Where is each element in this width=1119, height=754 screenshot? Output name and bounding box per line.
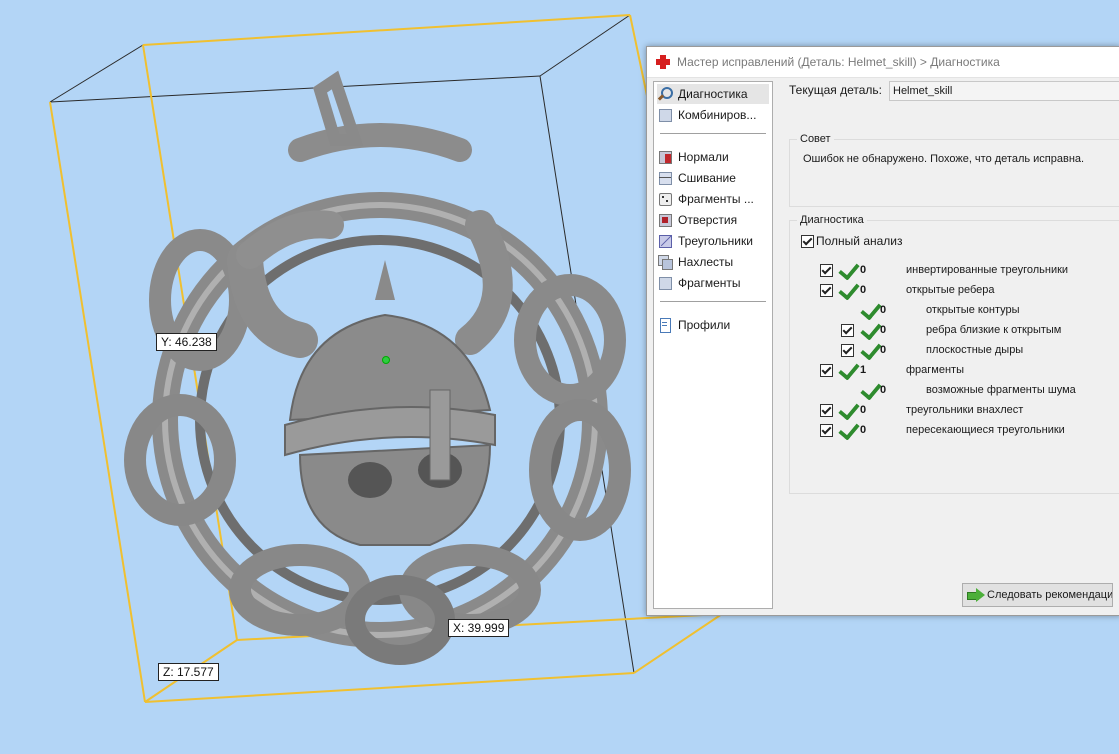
dialog-title: Мастер исправлений (Деталь: Helmet_skill… [677,55,1000,69]
overlap-icon [657,254,673,270]
diag-count: 0 [880,324,887,336]
advice-groupbox [789,139,1119,207]
diag-label: инвертированные треугольники [906,264,1069,276]
diagnostics-groupbox [789,220,1119,494]
nav-item-shells[interactable]: Фрагменты [657,273,769,293]
inverted-triangles-checkbox[interactable] [820,264,833,277]
nav-item-fragments-noise[interactable]: Фрагменты ... [657,189,769,209]
diag-label: фрагменты [906,364,964,376]
green-arrow-icon [967,588,985,602]
diag-label: треугольники внахлест [906,404,1024,416]
nav-item-triangles[interactable]: Треугольники [657,231,769,251]
red-cross-icon [655,54,671,70]
magnifier-icon [657,86,673,102]
nav-item-combine[interactable]: Комбиниров... [657,105,769,125]
nav-item-profiles[interactable]: Профили [657,315,769,335]
diag-count: 0 [880,344,887,356]
open-edges-checkbox[interactable] [820,284,833,297]
wizard-nav-panel: Диагностика Комбиниров... Нормали Сшиван… [653,81,773,609]
planar-holes-checkbox[interactable] [841,344,854,357]
near-open-edges-checkbox[interactable] [841,324,854,337]
diag-count: 0 [860,424,867,436]
nav-item-holes[interactable]: Отверстия [657,210,769,230]
triangles-icon [657,233,673,249]
holes-icon [657,212,673,228]
nav-item-diagnostics[interactable]: Диагностика [657,84,769,104]
diag-count: 0 [860,284,867,296]
dice-icon [657,191,673,207]
nav-item-overlaps[interactable]: Нахлесты [657,252,769,272]
shells-checkbox[interactable] [820,364,833,377]
dimension-x-label: X: 39.999 [448,619,510,637]
nav-item-normals[interactable]: Нормали [657,147,769,167]
overlapping-triangles-checkbox[interactable] [820,404,833,417]
current-part-label: Текущая деталь: [789,83,882,97]
diag-count: 0 [860,264,867,276]
diag-count: 0 [880,384,887,396]
advice-text: Ошибок не обнаружено. Похоже, что деталь… [803,153,1085,165]
nav-separator [660,133,766,134]
diag-label: ребра близкие к открытым [926,324,1062,336]
diag-label: пересекающиеся треугольники [906,424,1065,436]
diag-count: 0 [880,304,887,316]
shells-icon [657,275,673,291]
diag-label: плоскостные дыры [926,344,1024,356]
diag-count: 1 [860,364,867,376]
nav-separator [660,301,766,302]
advice-title: Совет [797,133,834,145]
full-analysis-checkbox[interactable] [801,235,814,248]
pivot-point [382,356,390,364]
diag-label: открытые ребера [906,284,995,296]
diag-label: открытые контуры [926,304,1020,316]
dimension-y-label: Y: 46.238 [156,333,217,351]
document-icon [657,317,673,333]
dimension-z-label: Z: 17.577 [158,663,219,681]
follow-recommendations-button[interactable]: Следовать рекомендациям [962,583,1113,607]
intersecting-triangles-checkbox[interactable] [820,424,833,437]
cube-icon [657,107,673,123]
repair-wizard-dialog: Мастер исправлений (Деталь: Helmet_skill… [646,46,1119,616]
full-analysis-label: Полный анализ [816,234,903,248]
diag-count: 0 [860,404,867,416]
dialog-titlebar[interactable]: Мастер исправлений (Деталь: Helmet_skill… [647,47,1119,78]
helmet-model [284,260,496,546]
stitch-icon [657,170,673,186]
current-part-field: Helmet_skill [889,81,1119,101]
normals-icon [657,149,673,165]
diag-label: возможные фрагменты шума [926,384,1076,396]
diagnostics-title: Диагностика [797,214,867,226]
nav-item-stitching[interactable]: Сшивание [657,168,769,188]
